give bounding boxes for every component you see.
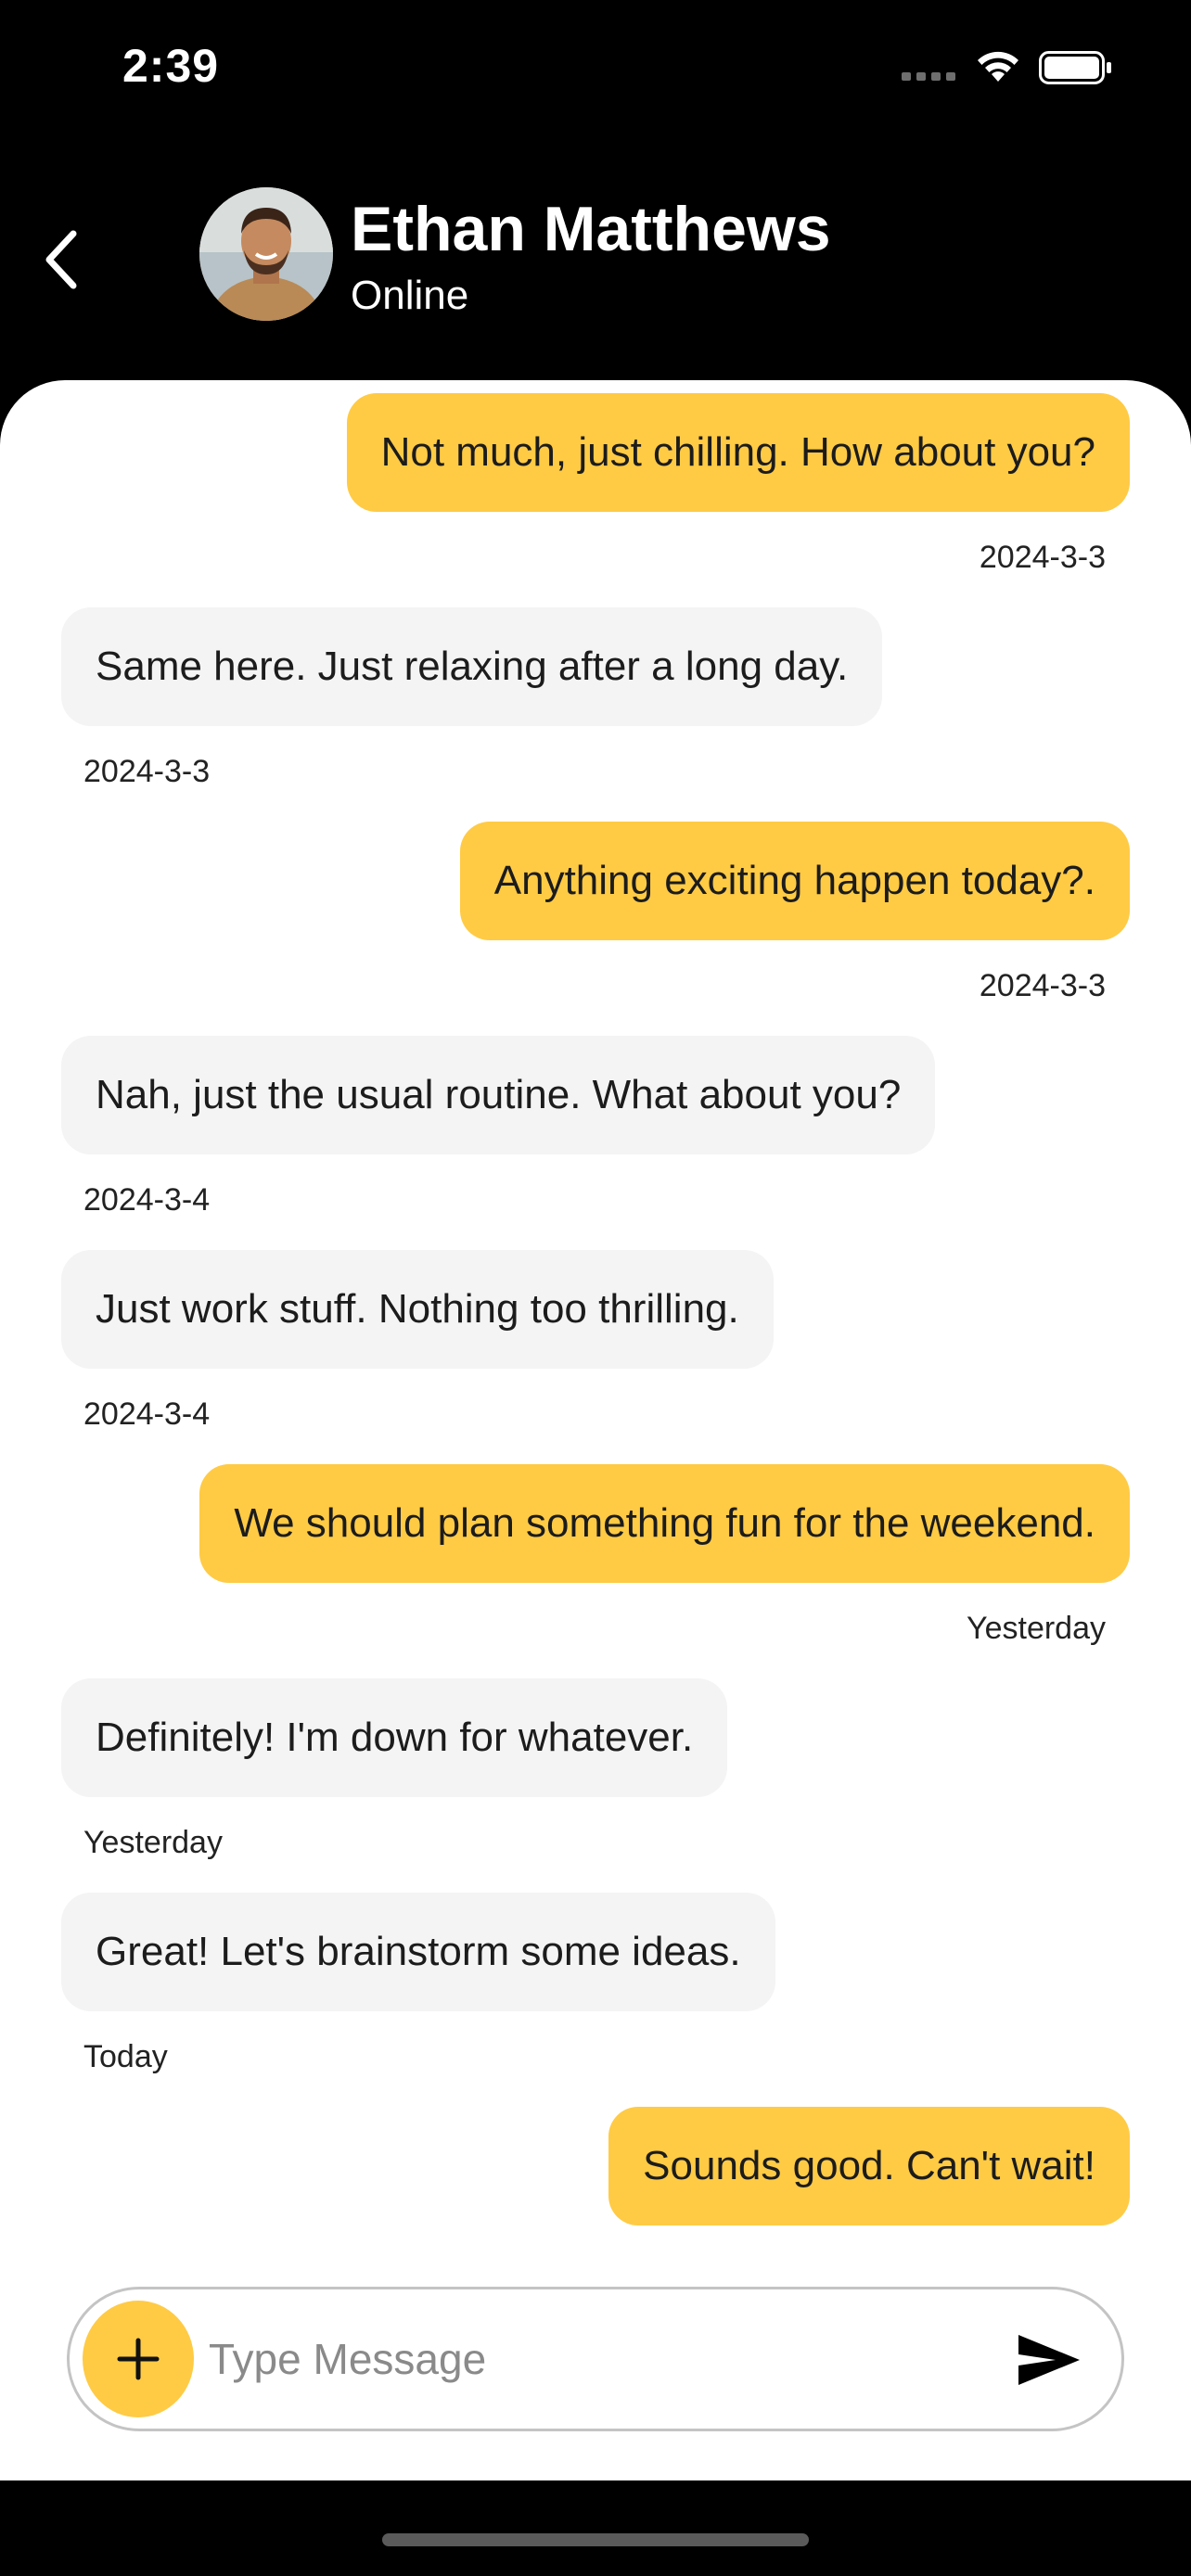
send-button[interactable] bbox=[1014, 2325, 1084, 2395]
battery-icon bbox=[1039, 51, 1111, 84]
contact-status: Online bbox=[351, 273, 469, 318]
home-indicator bbox=[382, 2533, 809, 2546]
message-timestamp: 2024-3-3 bbox=[979, 968, 1106, 1003]
chevron-left-icon bbox=[45, 230, 77, 289]
contact-name: Ethan Matthews bbox=[351, 194, 831, 264]
message-bubble-received[interactable]: Just work stuff. Nothing too thrilling. bbox=[61, 1250, 774, 1369]
message-timestamp: Yesterday bbox=[967, 1611, 1106, 1646]
wifi-icon bbox=[978, 51, 1018, 82]
message-bubble-sent[interactable]: Sounds good. Can't wait! bbox=[608, 2107, 1130, 2225]
message-timestamp: 2024-3-3 bbox=[83, 754, 211, 789]
message-bubble-received[interactable]: Great! Let's brainstorm some ideas. bbox=[61, 1893, 775, 2011]
chat-header: Ethan Matthews Online bbox=[0, 139, 1191, 380]
plus-icon bbox=[117, 2338, 160, 2380]
message-bubble-received[interactable]: Nah, just the usual routine. What about … bbox=[61, 1036, 936, 1154]
status-time: 2:39 bbox=[122, 40, 220, 92]
message-bubble-sent[interactable]: Not much, just chilling. How about you? bbox=[346, 393, 1130, 512]
attach-button[interactable] bbox=[83, 2301, 194, 2417]
message-list[interactable]: Not much, just chilling. How about you? … bbox=[0, 380, 1191, 2480]
contact-avatar[interactable] bbox=[199, 187, 333, 321]
message-timestamp: Today bbox=[83, 2039, 168, 2074]
chat-screen: 2:39 Ethan Matthews Online Not much, jus… bbox=[0, 0, 1191, 2576]
message-bubble-received[interactable]: Same here. Just relaxing after a long da… bbox=[61, 607, 883, 726]
message-timestamp: 2024-3-4 bbox=[83, 1396, 211, 1432]
message-input[interactable] bbox=[209, 2308, 1025, 2410]
status-bar: 2:39 bbox=[0, 0, 1191, 139]
message-composer bbox=[67, 2287, 1124, 2431]
message-bubble-sent[interactable]: We should plan something fun for the wee… bbox=[199, 1464, 1130, 1583]
message-bubble-sent[interactable]: Anything exciting happen today?. bbox=[459, 822, 1130, 940]
cellular-signal-icon bbox=[902, 72, 955, 81]
send-icon bbox=[1018, 2335, 1080, 2385]
back-button[interactable] bbox=[28, 223, 93, 297]
message-bubble-received[interactable]: Definitely! I'm down for whatever. bbox=[61, 1678, 728, 1797]
message-timestamp: 2024-3-4 bbox=[83, 1182, 211, 1218]
message-timestamp: 2024-3-3 bbox=[979, 540, 1106, 575]
message-timestamp: Yesterday bbox=[83, 1825, 223, 1860]
